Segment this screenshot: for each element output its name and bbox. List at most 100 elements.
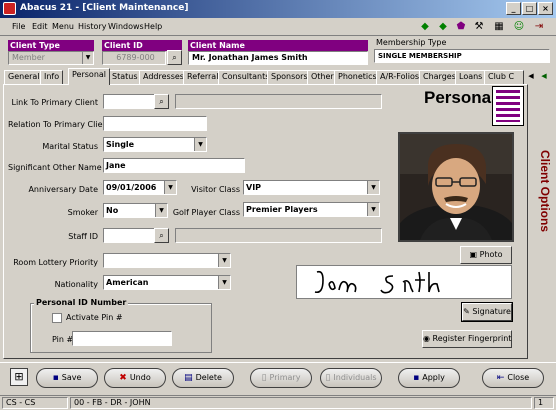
chevron-down-icon[interactable]: ▼: [155, 204, 167, 217]
golf-class-select[interactable]: Premier Players ▼: [243, 202, 380, 217]
chevron-down-icon[interactable]: ▼: [367, 181, 379, 194]
tab-charges[interactable]: Charges: [419, 70, 460, 84]
link-primary-lookup-icon[interactable]: ⌕: [154, 94, 169, 109]
menu-help[interactable]: Help: [144, 22, 162, 31]
chevron-down-icon[interactable]: ▼: [164, 181, 176, 194]
membership-type-field: SINGLE MEMBERSHIP: [374, 49, 550, 63]
client-type-combo[interactable]: Member ▼: [8, 51, 94, 65]
status-operator: 00 - FB - DR - JOHN: [70, 397, 532, 409]
smoker-value: No: [106, 206, 119, 215]
tab-strip: General Info Personal Status Addresses R…: [0, 68, 556, 85]
client-photo: [398, 132, 514, 242]
apply-floppy-icon: ▪: [413, 373, 420, 383]
calculator-icon[interactable]: ▦: [492, 20, 506, 34]
save-button[interactable]: ▪ Save: [36, 368, 98, 388]
delete-button[interactable]: ▤ Delete: [172, 368, 234, 388]
nationality-value: American: [106, 278, 149, 287]
close-door-icon: ⇤: [496, 373, 505, 383]
tab-general[interactable]: General: [4, 70, 44, 84]
client-id-field[interactable]: 6789-000: [102, 51, 166, 65]
register-fingerprint-button[interactable]: ◉ Register Fingerprint: [422, 330, 512, 348]
tab-referral[interactable]: Referral: [183, 70, 223, 84]
pin-field[interactable]: [72, 331, 172, 346]
visitor-class-select[interactable]: VIP ▼: [243, 180, 380, 195]
individuals-button-label: Individuals: [333, 373, 377, 382]
chevron-down-icon[interactable]: ▼: [194, 138, 206, 151]
nationality-select[interactable]: American ▼: [103, 275, 231, 290]
fingerprint-icon: ◉: [423, 334, 430, 343]
shield-icon[interactable]: ⬟: [454, 20, 468, 34]
client-photo-image: [400, 134, 512, 240]
tab-consultants[interactable]: Consultants: [218, 70, 274, 84]
primary-button[interactable]: ▯ Primary: [250, 368, 312, 388]
apply-button[interactable]: ▪ Apply: [398, 368, 460, 388]
person-icon[interactable]: ☺: [512, 20, 526, 34]
chevron-down-icon[interactable]: ▼: [82, 52, 93, 64]
tab-info[interactable]: Info: [40, 70, 64, 84]
menu-windows[interactable]: Windows: [108, 22, 144, 31]
staff-id-field[interactable]: [103, 228, 155, 243]
tab-loans[interactable]: Loans: [455, 70, 487, 84]
tab-phonetics[interactable]: Phonetics: [334, 70, 381, 84]
save-button-label: Save: [61, 373, 82, 382]
anniversary-date-field[interactable]: 09/01/2006 ▼: [103, 180, 177, 195]
arrow-right-icon[interactable]: ◆: [436, 20, 450, 34]
significant-other-field[interactable]: Jane: [103, 158, 245, 173]
relation-field[interactable]: [103, 116, 207, 131]
client-name-label: Client Name: [188, 40, 368, 51]
golf-class-value: Premier Players: [246, 205, 318, 214]
arrow-left-icon[interactable]: ◆: [418, 20, 432, 34]
close-button-label: Close: [507, 373, 530, 382]
tab-club[interactable]: Club C: [484, 70, 524, 84]
client-name-field[interactable]: Mr. Jonathan James Smith: [188, 51, 368, 65]
undo-x-icon: ✖: [119, 373, 127, 383]
tab-sponsors[interactable]: Sponsors: [267, 70, 312, 84]
individuals-button[interactable]: ▯ Individuals: [320, 368, 382, 388]
magnifier-icon[interactable]: ⌕: [167, 50, 182, 65]
menu-history[interactable]: History: [78, 22, 106, 31]
menu-file[interactable]: File: [12, 22, 25, 31]
menu-edit[interactable]: Edit: [32, 22, 48, 31]
tab-personal[interactable]: Personal: [68, 68, 111, 85]
staff-lookup-icon[interactable]: ⌕: [154, 228, 169, 243]
staff-id-label: Staff ID: [68, 232, 98, 241]
chevron-down-icon[interactable]: ▼: [218, 254, 230, 267]
undo-button[interactable]: ✖ Undo: [104, 368, 166, 388]
client-type-label: Client Type: [8, 40, 94, 51]
apply-button-label: Apply: [422, 373, 445, 382]
app-icon: [3, 2, 16, 15]
individuals-icon: ▯: [325, 373, 331, 383]
lottery-select[interactable]: ▼: [103, 253, 231, 268]
visitor-class-label: Visitor Class: [191, 185, 240, 194]
maximize-button[interactable]: □: [522, 2, 537, 15]
tab-ar-folios[interactable]: A/R-Folios: [376, 70, 424, 84]
menu-menu[interactable]: Menu: [52, 22, 74, 31]
close-button[interactable]: ⇤ Close: [482, 368, 544, 388]
exit-icon[interactable]: ⇥: [532, 20, 546, 34]
membership-type-label: Membership Type: [376, 38, 447, 47]
link-primary-field[interactable]: [103, 94, 155, 109]
staff-name-field: [175, 228, 382, 243]
pin-group-title: Personal ID Number: [34, 298, 129, 307]
chevron-down-icon[interactable]: ▼: [367, 203, 379, 216]
status-location: CS - CS: [2, 397, 68, 409]
tab-scroll-icon[interactable]: ◀: [525, 70, 537, 82]
select-icon[interactable]: ⊞: [10, 368, 28, 386]
anniversary-label: Anniversary Date: [28, 185, 98, 194]
signature-image: [314, 270, 440, 294]
smoker-select[interactable]: No ▼: [103, 203, 168, 218]
marital-select[interactable]: Single ▼: [103, 137, 207, 152]
photo-button[interactable]: ▣ Photo: [460, 246, 512, 264]
lottery-label: Room Lottery Priority: [13, 258, 98, 267]
chevron-down-icon[interactable]: ▼: [218, 276, 230, 289]
minimize-button[interactable]: _: [506, 2, 521, 15]
tab-status[interactable]: Status: [108, 70, 142, 84]
client-options-label[interactable]: Client Options: [532, 150, 552, 260]
tab-back-icon[interactable]: ◀: [538, 70, 550, 82]
close-window-button[interactable]: ×: [538, 2, 553, 15]
tools-icon[interactable]: ⚒: [472, 20, 486, 34]
activate-pin-checkbox[interactable]: [52, 313, 62, 323]
pen-icon: ✎: [463, 307, 470, 316]
tab-addresses[interactable]: Addresses: [139, 70, 188, 84]
signature-button[interactable]: ✎ Signature: [461, 302, 513, 322]
